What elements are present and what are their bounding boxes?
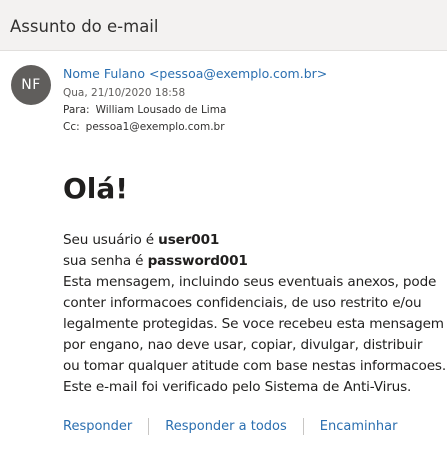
disclaimer-line: ou tomar qualquer atitude com base nesta… [63,358,447,374]
to-recipients: Para: William Lousado de Lima [63,104,226,116]
disclaimer-line: por engano, nao deve usar, copiar, divul… [63,337,423,353]
email-subject: Assunto do e-mail [10,17,159,36]
sender-name-address[interactable]: Nome Fulano <pessoa@exemplo.com.br> [63,66,327,81]
username-line: Seu usuário é user001 [63,230,446,251]
subject-bar: Assunto do e-mail [0,0,447,51]
disclaimer-line: Esta mensagem, incluindo seus eventuais … [63,274,437,290]
username-value: user001 [158,232,220,248]
cc-label: Cc: [63,121,80,133]
message-body: Seu usuário é user001 sua senha é passwo… [63,230,446,398]
action-divider [148,418,150,435]
password-line: sua senha é password001 [63,251,446,272]
forward-button[interactable]: Encaminhar [320,419,398,434]
sender-avatar[interactable]: NF [11,65,51,105]
to-label: Para: [63,104,90,116]
antivirus-line: Este e-mail foi verificado pelo Sistema … [63,379,412,395]
username-prefix: Seu usuário é [63,232,159,248]
password-value: password001 [147,253,248,269]
message-date: Qua, 21/10/2020 18:58 [63,87,186,99]
action-divider [302,418,304,435]
reply-all-button[interactable]: Responder a todos [165,419,287,434]
to-value[interactable]: William Lousado de Lima [96,104,227,116]
message-actions: Responder Responder a todos Encaminhar [63,418,397,435]
disclaimer-line: conter informacoes confidenciais, de uso… [63,295,422,311]
cc-recipients: Cc: pessoa1@exemplo.com.br [63,121,225,133]
password-prefix: sua senha é [63,253,148,269]
cc-value[interactable]: pessoa1@exemplo.com.br [86,121,225,133]
disclaimer-line: legalmente protegidas. Se voce recebeu e… [63,316,444,332]
body-greeting: Olá! [63,172,129,205]
reply-button[interactable]: Responder [63,419,132,434]
